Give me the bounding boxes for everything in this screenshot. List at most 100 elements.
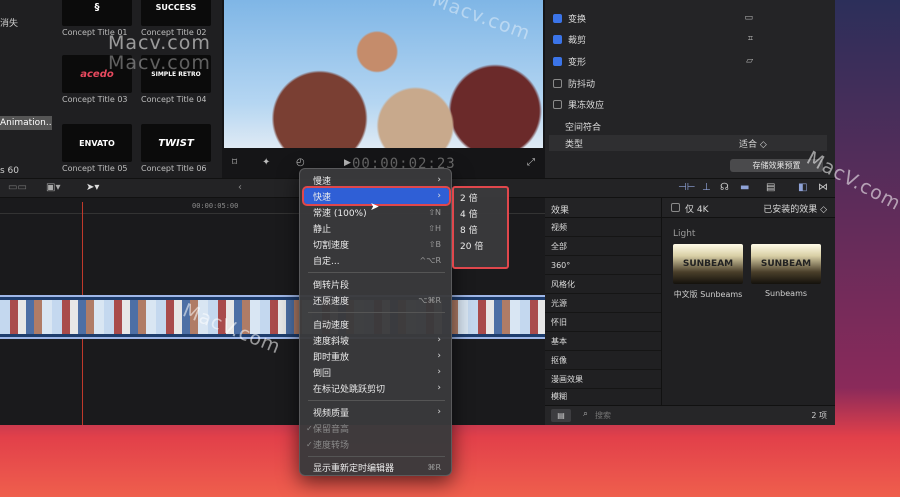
row-label: 变换 [568, 14, 587, 25]
shortcut-label: ⌘R [427, 462, 441, 472]
chevron-right-icon: › [437, 175, 441, 185]
inspector-row-crop[interactable]: 裁剪 ⌗ [553, 31, 827, 47]
row-label: 变形 [568, 57, 587, 68]
menu-item-custom[interactable]: 自定... ^⌥R [304, 252, 449, 268]
shortcut-label: ⇧B [428, 239, 441, 249]
sidebar-item[interactable]: 消失 [0, 16, 18, 29]
menu-item-show-retime-editor[interactable]: 显示重新定时编辑器 ⌘R [304, 459, 449, 475]
menu-item-label: 还原速度 [313, 296, 350, 307]
menu-item-blade-speed[interactable]: 切割速度 ⇧B [304, 236, 449, 252]
checkbox[interactable] [553, 13, 562, 23]
chevron-right-icon: › [437, 383, 441, 393]
snapping-icon[interactable]: ⊥ [702, 182, 711, 193]
only-4k-checkbox[interactable] [671, 203, 680, 212]
category-item[interactable]: 基本 [545, 333, 661, 351]
category-item[interactable]: 模糊 [545, 388, 661, 406]
menu-item-rewind[interactable]: 倒回 › [304, 364, 449, 380]
fullscreen-icon[interactable]: ⤢ [527, 157, 535, 168]
submenu-item-2x[interactable]: 2 倍 [460, 191, 478, 204]
menu-item-auto-speed[interactable]: 自动速度 [304, 316, 449, 332]
chevron-right-icon: › [437, 351, 441, 361]
play-icon[interactable]: ▶ [344, 158, 351, 168]
clip-filmstrip [0, 300, 545, 334]
submenu-item-8x[interactable]: 8 倍 [460, 223, 478, 236]
clip-appearance-icon[interactable]: ▭▭ [8, 182, 27, 193]
menu-item-speed-ramp[interactable]: 速度斜坡 › [304, 332, 449, 348]
sidebar-item-selected[interactable]: Animation... [0, 116, 52, 130]
transitions-icon[interactable]: ◧ [798, 182, 807, 193]
effects-search-input[interactable] [595, 409, 755, 422]
menu-item-label: 显示重新定时编辑器 [313, 463, 395, 474]
submenu-item-20x[interactable]: 20 倍 [460, 239, 483, 252]
category-item[interactable]: 漫画效果 [545, 371, 661, 389]
clip-view-icon[interactable]: ▣▾ [46, 182, 60, 193]
menu-item-video-quality[interactable]: 视频质量 › [304, 404, 449, 420]
effects-count: 2 项 [811, 411, 827, 420]
category-item[interactable]: 风格化 [545, 276, 661, 294]
effect-thumbnail: SUNBEAM [751, 244, 821, 284]
inspector-row-transform[interactable]: 变换 ▭ [553, 10, 827, 26]
menu-item-slow[interactable]: 慢速 › [304, 172, 449, 188]
title-thumbnail[interactable]: ENVATO Concept Title 05 [62, 124, 132, 173]
effect-tile[interactable]: SUNBEAM Sunbeams [751, 244, 821, 298]
menu-item-label: 快速 [313, 192, 332, 203]
checkbox[interactable] [553, 78, 562, 88]
fast-speed-submenu: 2 倍 4 倍 8 倍 20 倍 [452, 186, 509, 269]
menu-item-label: 即时重放 [313, 352, 350, 363]
browser-sidebar: 消失 Animation... s 60 [0, 0, 56, 178]
distort-icon[interactable]: ▱ [746, 56, 753, 66]
effects-browser: 效果 仅 4K 已安装的效果 ◇ 视频 全部 360° 风格化 光源 怀旧 基本… [545, 198, 835, 425]
category-item[interactable]: 360° [545, 257, 661, 275]
type-row[interactable]: 类型 适合 ◇ [549, 135, 827, 151]
crop-icon[interactable]: ⌗ [748, 34, 753, 44]
speed-gauge-icon[interactable]: ◴ [296, 157, 305, 168]
audio-headphones-icon[interactable]: ☊ [720, 182, 729, 193]
menu-separator [308, 312, 445, 313]
row-label: 果冻效应 [568, 100, 605, 111]
transform-tool-icon[interactable]: ⌑ [232, 157, 237, 168]
effect-label: 中文版 Sunbeams [673, 290, 743, 299]
category-item[interactable]: 抠像 [545, 352, 661, 370]
group-label: Light [673, 229, 696, 239]
effects-browser-icon[interactable]: ⋈ [818, 182, 828, 193]
skimming-icon[interactable]: ⊣⊢ [678, 182, 695, 193]
thumbnail-image: ENVATO [62, 124, 132, 162]
magic-wand-icon[interactable]: ✦ [262, 157, 270, 168]
title-thumbnail[interactable]: TWIST Concept Title 06 [141, 124, 211, 173]
inspector-row-distort[interactable]: 变形 ▱ [553, 53, 827, 69]
menu-item-reverse-clip[interactable]: 倒转片段 [304, 276, 449, 292]
solo-icon[interactable]: ▬ [740, 182, 749, 193]
inspector-row-rolling-shutter[interactable]: 果冻效应 [553, 96, 827, 112]
checkbox[interactable] [553, 99, 562, 109]
checkbox[interactable] [553, 34, 562, 44]
transform-icon[interactable]: ▭ [744, 13, 753, 23]
shortcut-label: ⇧H [428, 223, 441, 233]
category-item[interactable]: 全部 [545, 238, 661, 256]
category-item[interactable]: 光源 [545, 295, 661, 313]
installed-effects-select[interactable]: 已安装的效果 ◇ [763, 202, 827, 215]
inspector-row-stabilization[interactable]: 防抖动 [553, 75, 827, 91]
search-icon: ⌕ [583, 409, 589, 419]
category-item[interactable]: 怀旧 [545, 314, 661, 332]
category-item[interactable]: 视频 [545, 219, 661, 237]
menu-separator [308, 272, 445, 273]
menu-separator [308, 400, 445, 401]
back-arrow-icon[interactable]: ‹ [238, 182, 242, 193]
type-select[interactable]: 适合 ◇ [739, 137, 767, 150]
menu-item-preserve-pitch[interactable]: ✓ 保留音高 [304, 420, 449, 436]
submenu-item-4x[interactable]: 4 倍 [460, 207, 478, 220]
menu-item-speed-transitions[interactable]: ✓ 速度转场 [304, 436, 449, 452]
effect-tile[interactable]: SUNBEAM 中文版 Sunbeams [673, 244, 743, 300]
effects-footer: ▤ ⌕ 2 项 [545, 405, 835, 425]
menu-item-hold[interactable]: 静止 ⇧H [304, 220, 449, 236]
menu-item-reset-speed[interactable]: 还原速度 ⌥⌘R [304, 292, 449, 308]
timeline-clip[interactable] [0, 295, 545, 339]
menu-item-jump-cut[interactable]: 在标记处跳跃剪切 › [304, 380, 449, 396]
menu-item-label: 常速 (100%) [313, 208, 367, 219]
checkbox[interactable] [553, 56, 562, 66]
select-tool-icon[interactable]: ➤▾ [86, 182, 99, 193]
sidebar-item[interactable]: s 60 [0, 166, 19, 176]
menu-item-instant-replay[interactable]: 即时重放 › [304, 348, 449, 364]
film-strip-icon[interactable]: ▤ [766, 182, 775, 193]
sidebar-toggle-icon[interactable]: ▤ [551, 409, 571, 422]
